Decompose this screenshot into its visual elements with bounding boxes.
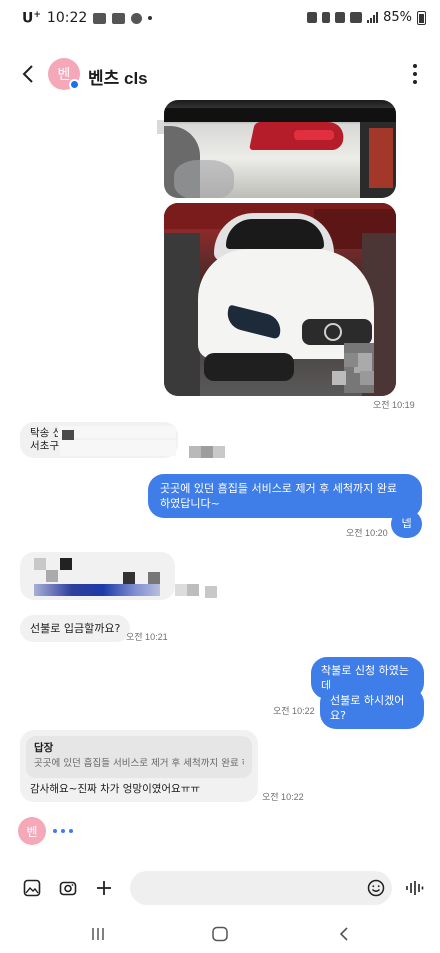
message-bubble-incoming[interactable]: 선불로 입금할까요? — [20, 615, 131, 642]
system-nav-bar — [0, 920, 440, 948]
verified-badge-icon — [69, 79, 80, 90]
car-front-photo[interactable] — [164, 203, 396, 396]
recent-apps-button[interactable] — [86, 924, 110, 944]
message-time: 오전 10:20 — [346, 528, 388, 538]
vibrate-icon — [307, 12, 318, 23]
redaction — [148, 572, 160, 584]
message-bubble-outgoing[interactable]: 곳곳에 있던 흠집들 서비스로 제거 후 세척까지 완료 하였답니다~ — [148, 474, 422, 518]
more-options-button[interactable] — [410, 64, 420, 84]
plus-icon — [97, 881, 111, 895]
redaction — [187, 584, 199, 596]
signal-icon — [367, 12, 379, 23]
message-time: 오전 10:22 — [262, 792, 304, 802]
status-right: 85% — [307, 10, 426, 25]
home-button[interactable] — [208, 924, 232, 944]
chat-notification-icon — [131, 12, 143, 24]
redaction — [205, 586, 217, 598]
battery-percent: 85% — [383, 10, 412, 25]
reply-title: 답장 — [34, 742, 54, 754]
back-button[interactable] — [16, 60, 44, 88]
message-time: 오전 10:22 — [273, 706, 315, 716]
home-icon — [212, 926, 228, 942]
camera-button[interactable] — [56, 876, 80, 900]
conversation-header: 벤 벤츠 cls — [0, 52, 440, 134]
more-notifications-icon — [148, 16, 153, 21]
add-attachment-button[interactable] — [92, 876, 116, 900]
notification-icon — [93, 12, 107, 24]
gallery-notification-icon — [112, 12, 126, 24]
gallery-icon — [23, 879, 41, 897]
redaction — [58, 426, 176, 438]
message-bubble-outgoing[interactable]: 선불로 하시겠어요? — [320, 687, 424, 729]
redaction — [213, 446, 225, 458]
redaction — [34, 584, 160, 596]
compose-bar — [0, 868, 440, 908]
more-vertical-icon — [413, 64, 417, 68]
message-text: 감사해요~진짜 차가 엉망이였어요ㅠㅠ — [30, 783, 201, 795]
redaction — [46, 570, 58, 582]
status-left: U+ 10:22 — [22, 10, 153, 27]
recent-apps-icon — [92, 928, 104, 940]
carrier-label: U+ — [22, 10, 41, 27]
redaction — [189, 446, 201, 458]
clock: 10:22 — [46, 10, 88, 27]
redaction — [123, 572, 135, 584]
battery-icon — [417, 10, 426, 25]
voice-button[interactable] — [402, 876, 426, 900]
message-time: 오전 10:21 — [126, 632, 168, 642]
message-time: 오전 10:19 — [373, 400, 415, 410]
back-nav-button[interactable] — [332, 924, 356, 944]
emoji-icon — [367, 879, 385, 897]
typing-indicator — [53, 829, 73, 833]
redaction — [60, 440, 176, 456]
message-bubble-incoming-reply[interactable]: 답장 곳곳에 있던 흠집들 서비스로 제거 후 세척까지 완료 하... 감사해… — [20, 730, 258, 802]
camera-icon — [59, 881, 77, 896]
message-bubble-outgoing[interactable]: 넵 — [391, 510, 422, 538]
redaction — [60, 558, 72, 570]
voice-icon — [406, 881, 424, 895]
redaction — [201, 446, 213, 458]
gallery-button[interactable] — [20, 876, 44, 900]
redaction — [34, 558, 46, 570]
emoji-button[interactable] — [364, 876, 388, 900]
redaction — [175, 584, 187, 596]
car-rear-photo[interactable] — [164, 100, 396, 198]
typing-avatar[interactable]: 벤 — [18, 817, 46, 845]
message-input[interactable] — [130, 871, 392, 905]
lte-icon — [350, 12, 363, 23]
contact-name[interactable]: 벤츠 cls — [88, 64, 148, 89]
back-nav-icon — [339, 927, 348, 941]
bluetooth-icon — [322, 12, 331, 23]
reply-quote-text: 곳곳에 있던 흠집들 서비스로 제거 후 세척까지 완료 하... — [34, 758, 244, 769]
status-bar: U+ 10:22 85% — [0, 0, 440, 40]
mute-icon — [335, 12, 346, 23]
reply-quote[interactable]: 답장 곳곳에 있던 흠집들 서비스로 제거 후 세척까지 완료 하... — [26, 736, 252, 778]
back-arrow-icon — [22, 65, 33, 83]
